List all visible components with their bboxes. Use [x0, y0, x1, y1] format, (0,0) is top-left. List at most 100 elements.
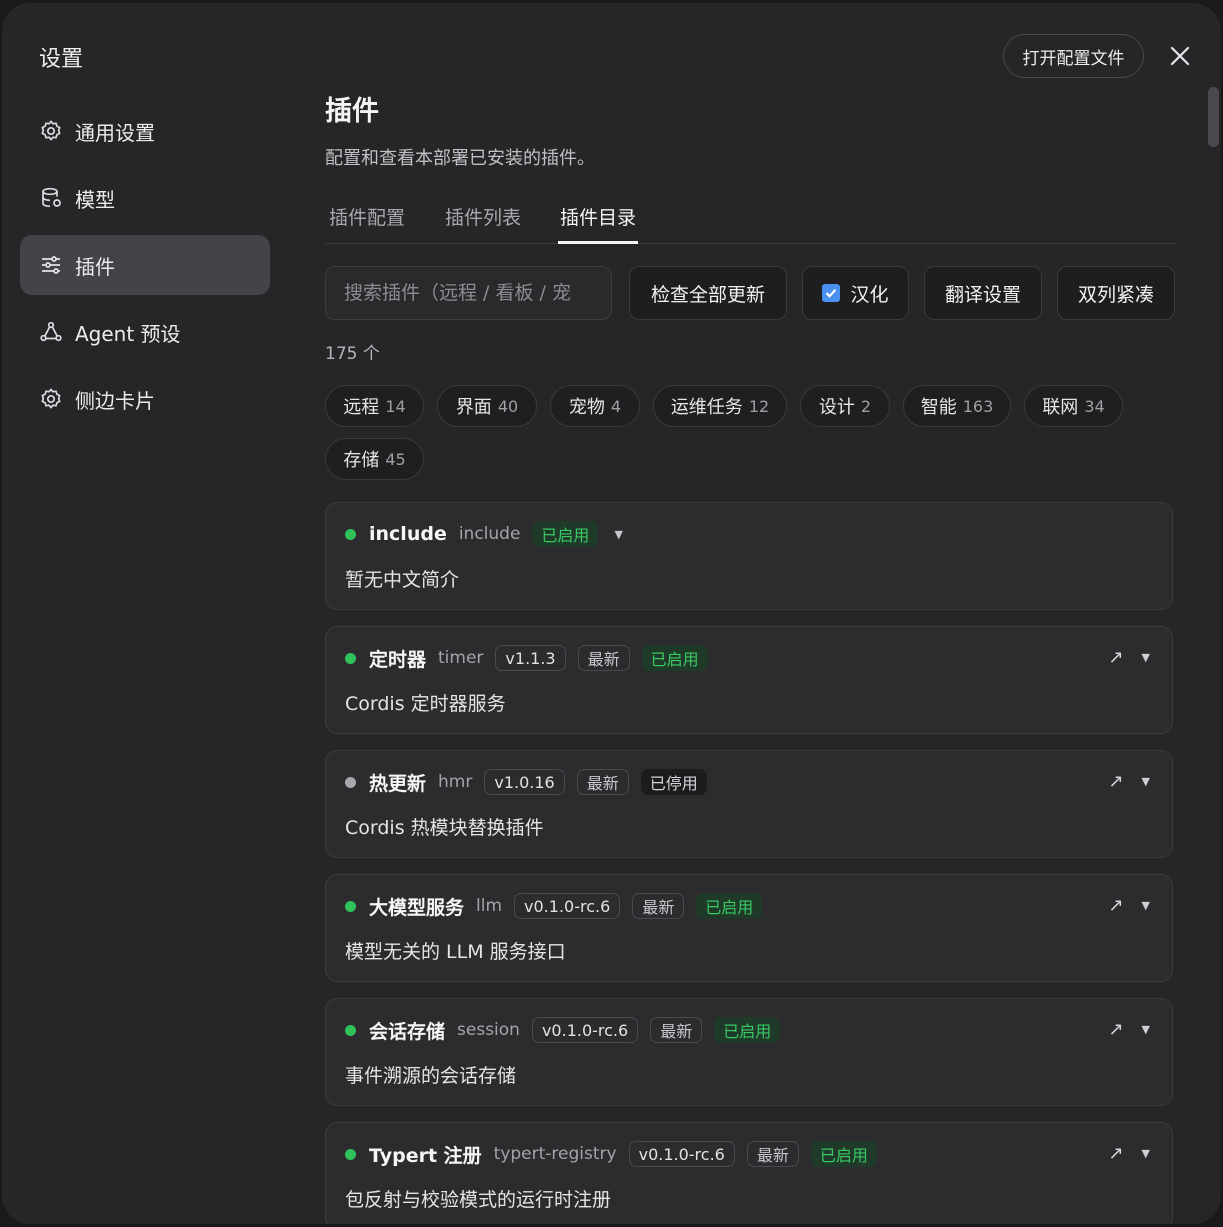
sidebar-item-label: 通用设置	[75, 120, 155, 145]
plugin-description: 模型无关的 LLM 服务接口	[345, 941, 566, 963]
plugin-name: Typert 注册	[369, 1144, 482, 1167]
agent-icon	[39, 320, 63, 344]
version-badge: v0.1.0-rc.6	[628, 1141, 735, 1167]
category-chip[interactable]: 远程 14	[325, 385, 424, 427]
sidebar-item-label: Agent 预设	[75, 321, 181, 346]
external-link-icon[interactable]: ↗	[1108, 1143, 1123, 1164]
status-badge: 已停用	[640, 769, 707, 795]
caret-down-icon[interactable]: ▼	[1142, 899, 1150, 912]
plugin-name: include	[369, 523, 447, 545]
version-badge: v0.1.0-rc.6	[514, 893, 621, 919]
plugin-name: 热更新	[369, 772, 427, 795]
plugin-card[interactable]: 热更新 hmr v1.0.16 最新 已停用 ↗ ▼ Cordis 热模块替换插…	[325, 750, 1173, 858]
two-column-button[interactable]: 双列紧凑	[1057, 266, 1175, 320]
sidebar-item-general[interactable]: 通用设置	[20, 101, 270, 161]
caret-down-icon[interactable]: ▼	[1142, 1147, 1150, 1160]
plugin-id: session	[457, 1020, 520, 1040]
status-dot	[345, 1148, 356, 1160]
plugin-name: 定时器	[369, 648, 427, 671]
checkbox-checked-icon[interactable]	[822, 284, 841, 302]
sidebar-nav: 通用设置 模型 插件 Agent 预设 侧边卡片	[20, 101, 270, 436]
category-chip[interactable]: 联网 34	[1024, 385, 1123, 427]
plugin-id: typert-registry	[493, 1144, 617, 1164]
plugin-description: 包反射与校验模式的运行时注册	[345, 1189, 612, 1211]
plugin-card[interactable]: Typert 注册 typert-registry v0.1.0-rc.6 最新…	[325, 1122, 1173, 1224]
category-chip[interactable]: 宠物 4	[550, 385, 640, 427]
main-panel: 插件 配置和查看本部署已安装的插件。 插件配置 插件列表 插件目录 检查全部更新…	[325, 3, 1175, 1224]
tab-plugin-config[interactable]: 插件配置	[327, 199, 407, 244]
localize-toggle[interactable]: 汉化	[802, 266, 909, 320]
search-box	[325, 266, 612, 320]
status-dot	[345, 1024, 356, 1036]
settings-window: 设置 通用设置 模型 插件 Agent 预设 侧边卡片 打开配置文件 插件 配置…	[2, 3, 1221, 1224]
latest-badge: 最新	[650, 1017, 703, 1043]
latest-badge: 最新	[576, 769, 629, 795]
sidebar-title: 设置	[39, 47, 84, 72]
scrollbar-thumb[interactable]	[1208, 87, 1219, 147]
plugin-description: Cordis 定时器服务	[345, 693, 506, 715]
page-title: 插件	[325, 96, 379, 127]
caret-down-icon[interactable]: ▼	[1142, 775, 1150, 788]
status-dot	[345, 652, 356, 664]
category-chip[interactable]: 存储 45	[325, 438, 424, 480]
status-badge: 已启用	[532, 521, 599, 547]
external-link-icon[interactable]: ↗	[1108, 647, 1123, 668]
external-link-icon[interactable]: ↗	[1108, 1019, 1123, 1040]
plugin-name: 大模型服务	[369, 896, 465, 919]
caret-down-icon[interactable]: ▼	[1142, 651, 1150, 664]
gear-icon	[39, 387, 63, 411]
category-chip[interactable]: 智能 163	[903, 385, 1011, 427]
plugin-name: 会话存储	[369, 1020, 446, 1043]
status-badge: 已启用	[641, 645, 708, 671]
tab-plugin-catalog[interactable]: 插件目录	[558, 199, 639, 244]
sidebar-item-label: 模型	[75, 187, 115, 212]
status-badge: 已启用	[696, 893, 763, 919]
database-icon	[39, 186, 63, 210]
plugin-id: include	[458, 524, 521, 544]
sidebar-item-plugins[interactable]: 插件	[20, 235, 270, 295]
plugin-description: Cordis 热模块替换插件	[345, 817, 544, 839]
plugin-description: 事件溯源的会话存储	[345, 1065, 517, 1087]
gear-icon	[39, 119, 63, 143]
sidebar-item-model[interactable]: 模型	[20, 168, 270, 228]
plugin-count: 175 个	[325, 344, 380, 364]
plugin-list: include include 已启用 ▼ 暂无中文简介 定时器 timer v…	[325, 502, 1175, 1224]
status-dot	[345, 900, 356, 912]
plugin-id: timer	[438, 648, 484, 668]
translate-settings-button[interactable]: 翻译设置	[924, 266, 1042, 320]
tabs: 插件配置 插件列表 插件目录	[325, 199, 1175, 244]
tab-plugin-list[interactable]: 插件列表	[443, 199, 523, 244]
sidebar-item-label: 插件	[75, 254, 115, 279]
version-badge: v1.0.16	[484, 769, 565, 795]
search-input[interactable]	[344, 282, 593, 304]
plugin-id: hmr	[438, 772, 473, 792]
sidebar-item-agent-preset[interactable]: Agent 预设	[20, 302, 270, 362]
latest-badge: 最新	[746, 1141, 799, 1167]
status-badge: 已启用	[714, 1017, 781, 1043]
localize-label: 汉化	[850, 283, 889, 306]
toolbar: 检查全部更新 汉化 翻译设置 双列紧凑	[325, 266, 1175, 320]
plugin-card[interactable]: 定时器 timer v1.1.3 最新 已启用 ↗ ▼ Cordis 定时器服务	[325, 626, 1173, 734]
sidebar-item-side-cards[interactable]: 侧边卡片	[20, 369, 270, 429]
latest-badge: 最新	[577, 645, 630, 671]
plugin-card[interactable]: include include 已启用 ▼ 暂无中文简介	[325, 502, 1173, 610]
plugin-card[interactable]: 会话存储 session v0.1.0-rc.6 最新 已启用 ↗ ▼ 事件溯源…	[325, 998, 1173, 1106]
category-chip[interactable]: 设计 2	[800, 385, 890, 427]
sidebar: 设置 通用设置 模型 插件 Agent 预设 侧边卡片	[2, 3, 292, 1224]
status-badge: 已启用	[810, 1141, 877, 1167]
caret-down-icon[interactable]: ▼	[1142, 1023, 1150, 1036]
sliders-icon	[39, 253, 63, 277]
status-dot	[345, 528, 356, 540]
plugin-card[interactable]: 大模型服务 llm v0.1.0-rc.6 最新 已启用 ↗ ▼ 模型无关的 L…	[325, 874, 1173, 982]
category-chip[interactable]: 运维任务 12	[653, 385, 787, 427]
category-chip[interactable]: 界面 40	[437, 385, 537, 427]
status-dot	[345, 776, 356, 788]
caret-down-icon[interactable]: ▼	[614, 528, 622, 541]
plugin-description: 暂无中文简介	[345, 569, 460, 591]
external-link-icon[interactable]: ↗	[1108, 895, 1123, 916]
version-badge: v1.1.3	[495, 645, 566, 671]
version-badge: v0.1.0-rc.6	[531, 1017, 639, 1043]
check-updates-button[interactable]: 检查全部更新	[629, 266, 787, 320]
external-link-icon[interactable]: ↗	[1108, 771, 1123, 792]
page-description: 配置和查看本部署已安装的插件。	[325, 148, 595, 169]
